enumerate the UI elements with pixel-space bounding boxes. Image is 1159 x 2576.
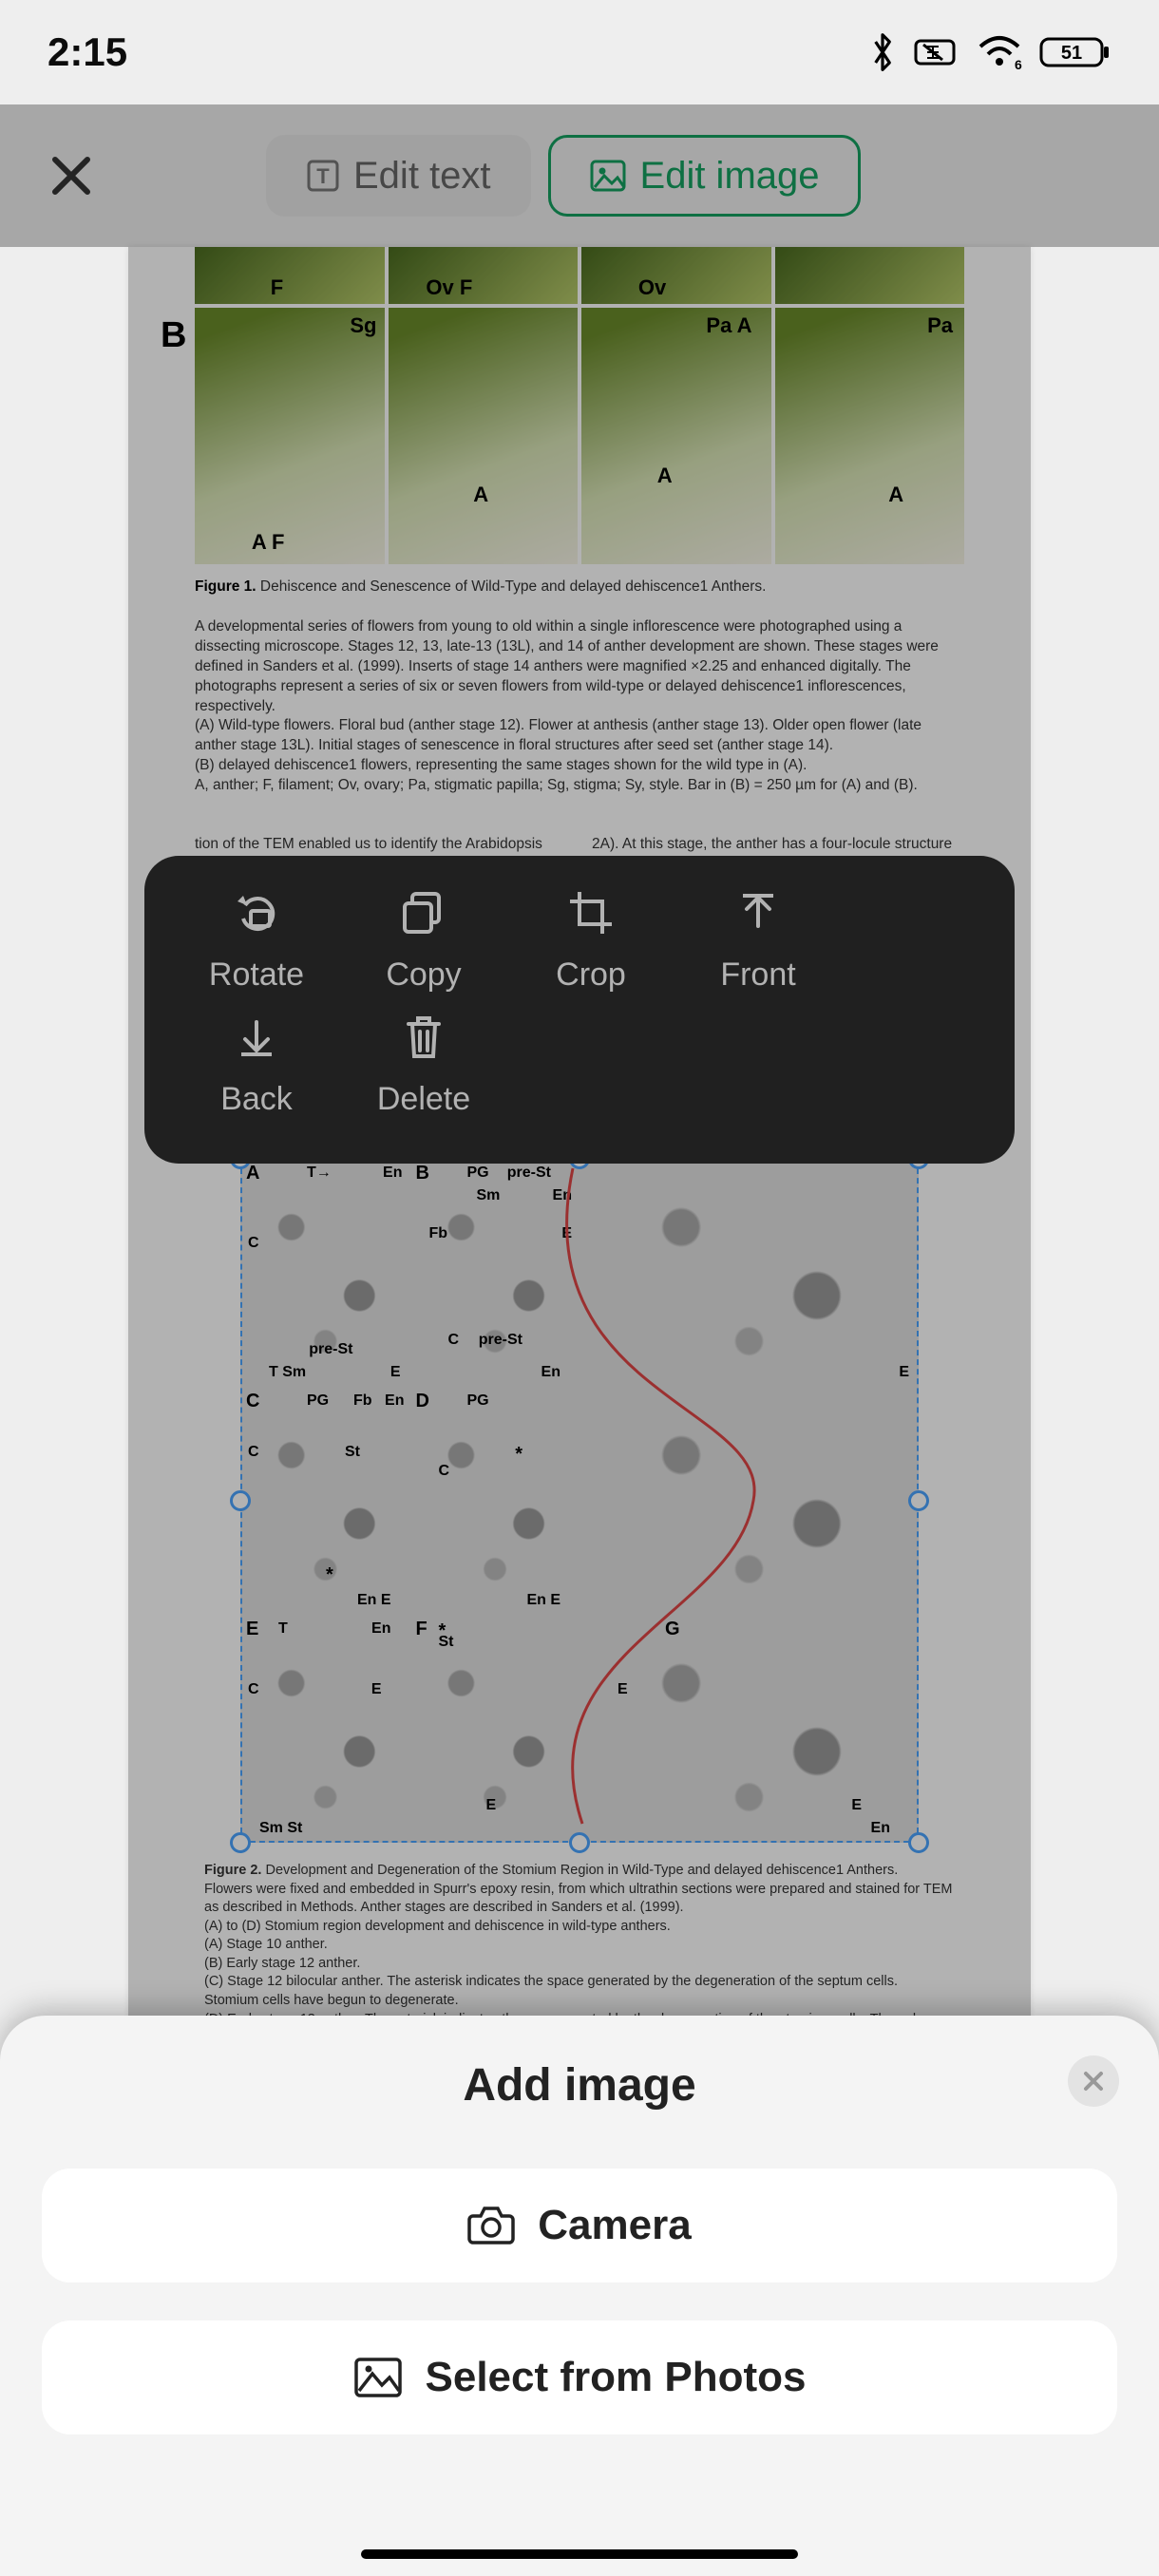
svg-text:6: 6 xyxy=(1015,57,1022,71)
photos-icon xyxy=(353,2357,403,2398)
camera-label: Camera xyxy=(538,2202,691,2249)
rotate-icon xyxy=(232,888,281,938)
sheet-close-button[interactable] xyxy=(1068,2055,1119,2107)
selected-image[interactable]: AT→EnCpre-StT SmE BPGpre-StSmEnFbECpre-S… xyxy=(240,1159,919,1843)
bring-front-icon xyxy=(733,888,783,938)
add-image-sheet: Add image Camera Select from Photos xyxy=(0,2016,1159,2576)
delete-icon xyxy=(399,1013,448,1062)
selection-outline xyxy=(240,1159,919,1843)
sheet-option-camera[interactable]: Camera xyxy=(42,2169,1117,2282)
sheet-title: Add image xyxy=(0,2059,1159,2112)
svg-text:T: T xyxy=(316,164,330,188)
close-button[interactable] xyxy=(38,142,104,209)
edit-text-button[interactable]: T Edit text xyxy=(266,135,531,217)
context-delete[interactable]: Delete xyxy=(340,1013,507,1118)
battery-saver-icon xyxy=(914,35,960,69)
edit-text-label: Edit text xyxy=(353,155,491,198)
bluetooth-icon xyxy=(868,31,897,73)
figure1-caption: Figure 1. Dehiscence and Senescence of W… xyxy=(195,578,964,796)
svg-text:51: 51 xyxy=(1061,43,1082,64)
send-back-icon xyxy=(232,1013,281,1062)
crop-icon xyxy=(566,888,616,938)
sheet-option-photos[interactable]: Select from Photos xyxy=(42,2320,1117,2434)
resize-handle-bl[interactable] xyxy=(230,1832,251,1853)
copy-icon xyxy=(399,888,448,938)
camera-icon xyxy=(467,2205,515,2246)
context-back[interactable]: Back xyxy=(173,1013,340,1118)
status-bar: 2:15 6 51 xyxy=(0,0,1159,104)
figure1-row-b-label: B xyxy=(161,315,186,356)
wifi-icon: 6 xyxy=(977,33,1022,71)
edit-image-button[interactable]: Edit image xyxy=(548,135,861,217)
resize-handle-bm[interactable] xyxy=(569,1832,590,1853)
resize-handle-mr[interactable] xyxy=(908,1490,929,1511)
context-front[interactable]: Front xyxy=(674,888,842,994)
status-icons: 6 51 xyxy=(868,31,1112,73)
editor-toolbar: T Edit text Edit image xyxy=(0,104,1159,247)
resize-handle-ml[interactable] xyxy=(230,1490,251,1511)
image-context-menu: Rotate Copy Crop Front Back Delete xyxy=(144,856,1015,1164)
photos-label: Select from Photos xyxy=(426,2354,807,2401)
home-indicator[interactable] xyxy=(361,2549,798,2559)
resize-handle-br[interactable] xyxy=(908,1832,929,1853)
close-icon xyxy=(1081,2069,1106,2093)
battery-icon: 51 xyxy=(1039,35,1112,69)
edit-image-label: Edit image xyxy=(640,155,820,198)
context-crop[interactable]: Crop xyxy=(507,888,674,994)
image-icon xyxy=(589,159,627,193)
context-rotate[interactable]: Rotate xyxy=(173,888,340,994)
text-icon: T xyxy=(306,159,340,193)
edit-mode-toggle: T Edit text Edit image xyxy=(266,135,861,217)
close-icon xyxy=(48,152,95,199)
status-time: 2:15 xyxy=(48,29,127,75)
context-copy[interactable]: Copy xyxy=(340,888,507,994)
